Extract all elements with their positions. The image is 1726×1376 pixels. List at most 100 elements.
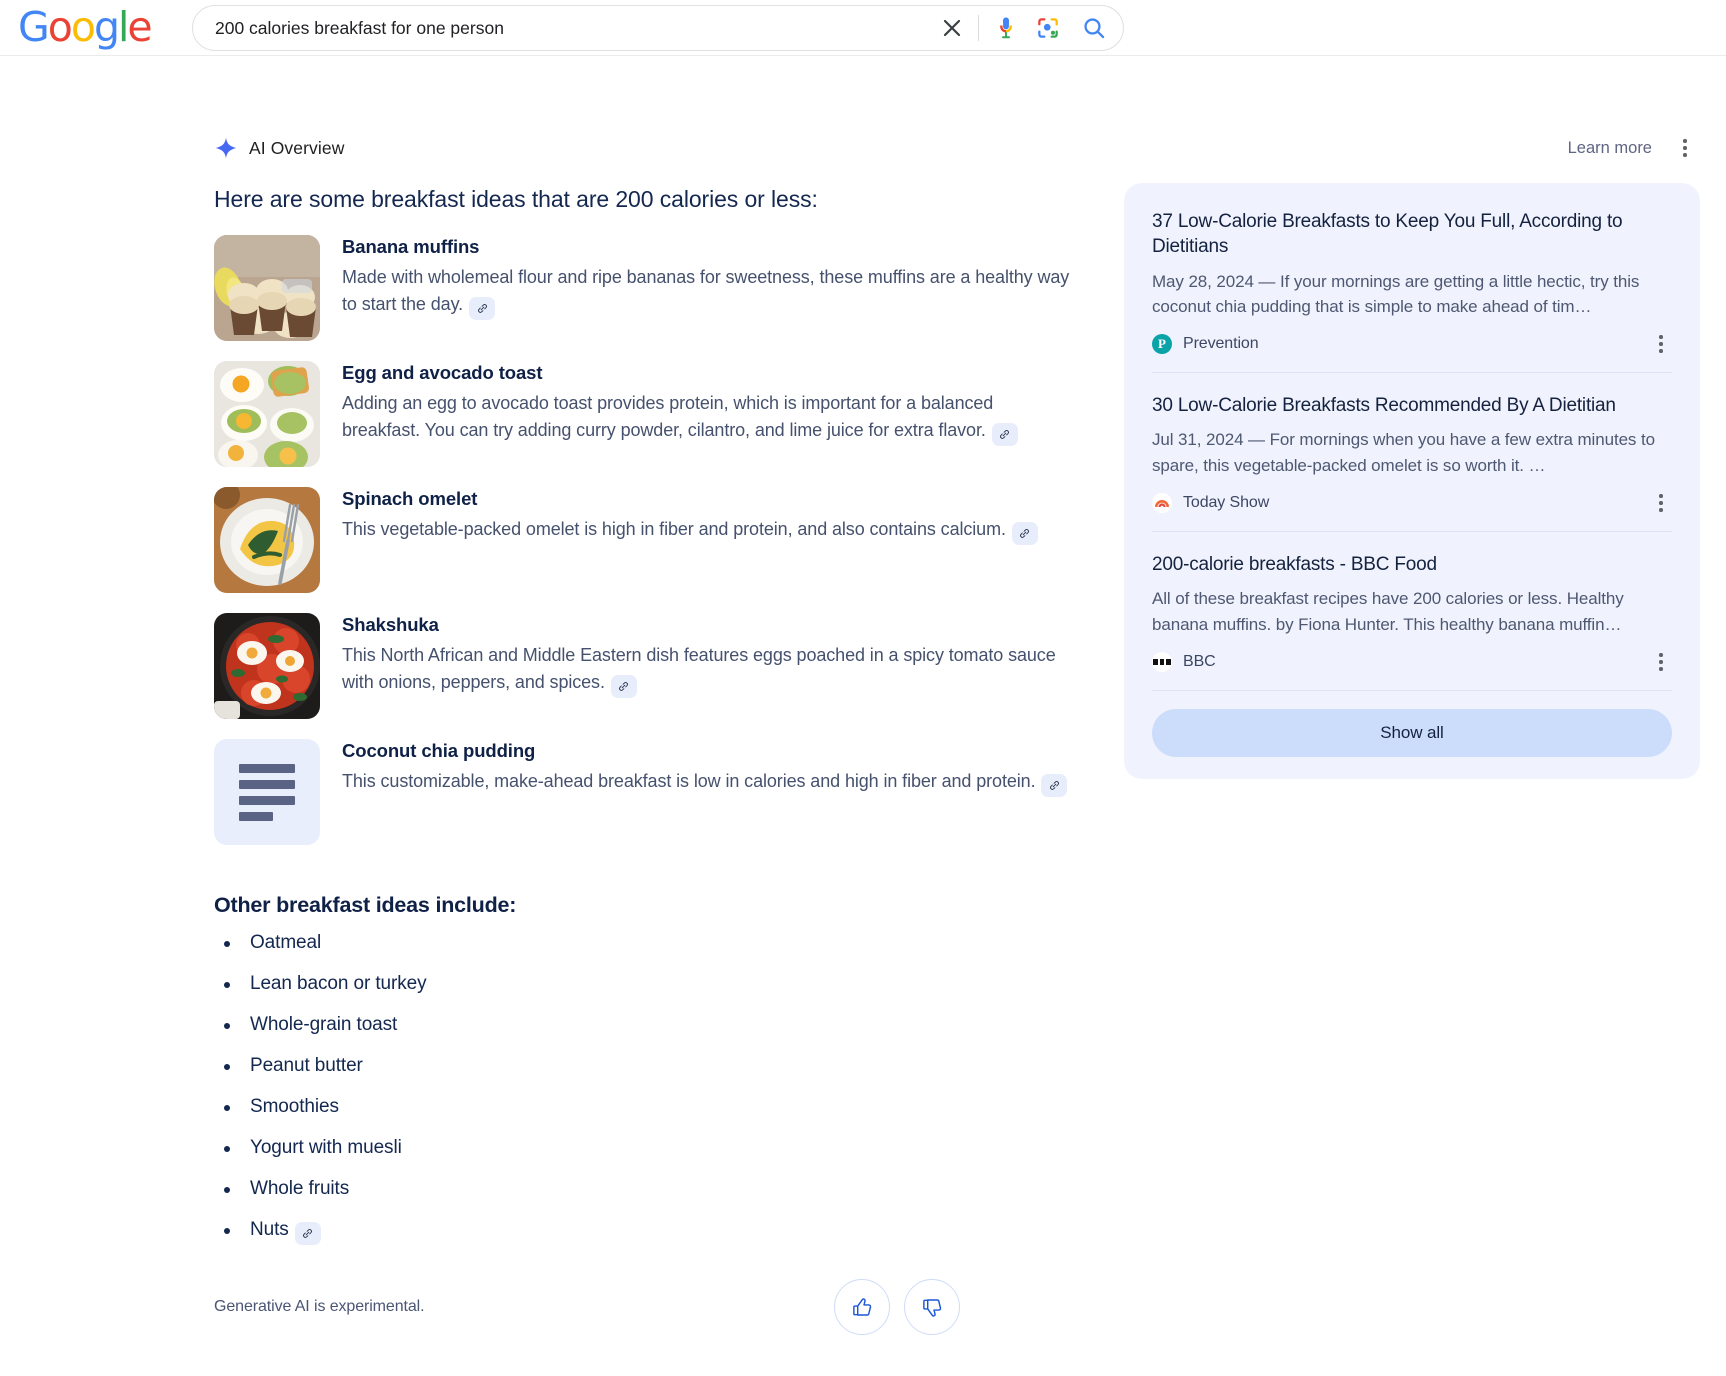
show-all-button[interactable]: Show all	[1152, 709, 1672, 758]
overview-item-desc: Adding an egg to avocado toast provides …	[342, 390, 1074, 447]
source-more-options-icon[interactable]	[1650, 650, 1672, 674]
citation-link-icon[interactable]	[294, 1222, 321, 1245]
spinach-omelet-photo[interactable]	[214, 487, 320, 593]
overview-item-desc: This customizable, make-ahead breakfast …	[342, 768, 1074, 797]
ai-overview-header: AI Overview	[214, 136, 344, 160]
clear-icon[interactable]	[938, 14, 966, 42]
overview-item-desc-text: This North African and Middle Eastern di…	[342, 645, 1056, 693]
overview-item-desc-text: This vegetable-packed omelet is high in …	[342, 519, 1006, 539]
citation-link-icon[interactable]	[469, 297, 496, 321]
google-lens-icon[interactable]	[1035, 15, 1061, 41]
source-title[interactable]: 200-calorie breakfasts - BBC Food	[1152, 552, 1672, 577]
list-item: Whole fruits	[214, 1178, 1074, 1200]
citation-link-icon[interactable]	[610, 675, 637, 699]
source-name: BBC	[1183, 653, 1216, 671]
overview-item-body: Banana muffins Made with wholemeal flour…	[342, 235, 1074, 341]
overview-item-title: Banana muffins	[342, 236, 480, 257]
sources-panel: 37 Low-Calorie Breakfasts to Keep You Fu…	[1124, 183, 1700, 780]
feedback-buttons	[834, 1279, 961, 1335]
ai-overview-footer: Generative AI is experimental.	[214, 1279, 1074, 1335]
search-icon[interactable]	[1081, 15, 1107, 41]
list-item-label: Oatmeal	[250, 932, 322, 953]
source-origin: Today Show	[1152, 493, 1270, 514]
browser-search-bar: Google	[0, 0, 1726, 56]
overview-lead-text: Here are some breakfast ideas that are 2…	[214, 186, 818, 212]
source-footer: P Prevention	[1152, 332, 1672, 356]
microphone-icon[interactable]	[993, 14, 1019, 42]
ai-overview-label: AI Overview	[249, 137, 345, 158]
overview-item-body: Spinach omelet This vegetable-packed ome…	[342, 487, 1074, 593]
search-input[interactable]	[215, 17, 938, 39]
list-item-label: Nuts	[250, 1219, 289, 1240]
overview-item-desc: This vegetable-packed omelet is high in …	[342, 516, 1074, 545]
source-card: 37 Low-Calorie Breakfasts to Keep You Fu…	[1152, 209, 1672, 372]
source-name: Today Show	[1183, 494, 1270, 512]
logo-letter-g: G	[18, 3, 50, 51]
source-card: 30 Low-Calorie Breakfasts Recommended By…	[1152, 372, 1672, 531]
citation-link-icon[interactable]	[1011, 522, 1038, 545]
logo-letter-o2: o	[70, 3, 96, 51]
overview-item: Shakshuka This North African and Middle …	[214, 613, 1074, 719]
overview-item-desc: Made with wholemeal flour and ripe banan…	[342, 264, 1074, 321]
source-snippet: May 28, 2024 — If your mornings are gett…	[1152, 271, 1640, 317]
logo-letter-e: e	[127, 3, 152, 51]
ai-overview-controls: Learn more	[1568, 136, 1696, 160]
overview-item-title: Egg and avocado toast	[342, 362, 543, 383]
thumbs-down-button[interactable]	[904, 1279, 961, 1335]
overview-item-title: Spinach omelet	[342, 488, 478, 509]
overview-item: Egg and avocado toast Adding an egg to a…	[214, 361, 1074, 467]
list-item: Smoothies	[214, 1096, 1074, 1118]
source-origin: BBC	[1152, 652, 1216, 673]
source-card: 200-calorie breakfasts - BBC Food All of…	[1152, 531, 1672, 690]
more-options-icon[interactable]	[1674, 136, 1696, 160]
list-item-label: Yogurt with muesli	[250, 1137, 402, 1158]
source-snippet: All of these breakfast recipes have 200 …	[1152, 589, 1624, 635]
source-title[interactable]: 30 Low-Calorie Breakfasts Recommended By…	[1152, 393, 1672, 418]
list-item-label: Whole fruits	[250, 1178, 350, 1199]
google-logo[interactable]: Google	[18, 3, 153, 51]
search-box[interactable]	[192, 5, 1124, 51]
egg-avocado-toast-photo[interactable]	[214, 361, 320, 467]
list-item-label: Smoothies	[250, 1096, 339, 1117]
list-item: Lean bacon or turkey	[214, 973, 1074, 995]
list-item-label: Lean bacon or turkey	[250, 973, 427, 994]
sparkle-icon	[214, 136, 238, 160]
list-item-label: Whole-grain toast	[250, 1014, 398, 1035]
overview-item: Banana muffins Made with wholemeal flour…	[214, 235, 1074, 341]
source-title[interactable]: 37 Low-Calorie Breakfasts to Keep You Fu…	[1152, 209, 1672, 260]
source-footer: BBC	[1152, 650, 1672, 674]
show-all-container: Show all	[1152, 690, 1672, 758]
thumbs-up-button[interactable]	[834, 1279, 891, 1335]
banana-muffins-photo[interactable]	[214, 235, 320, 341]
overview-item-desc-text: Made with wholemeal flour and ripe banan…	[342, 267, 1070, 315]
overview-item-title: Shakshuka	[342, 614, 439, 635]
generative-ai-disclaimer: Generative AI is experimental.	[214, 1298, 425, 1315]
overview-item-body: Egg and avocado toast Adding an egg to a…	[342, 361, 1074, 467]
overview-item-desc: This North African and Middle Eastern di…	[342, 642, 1074, 699]
citation-link-icon[interactable]	[991, 423, 1018, 447]
source-name: Prevention	[1183, 335, 1259, 353]
source-snippet: Jul 31, 2024 — For mornings when you hav…	[1152, 430, 1655, 476]
logo-letter-o1: o	[47, 3, 73, 51]
other-ideas-heading: Other breakfast ideas include:	[214, 893, 517, 917]
shakshuka-photo[interactable]	[214, 613, 320, 719]
overview-item-desc-text: Adding an egg to avocado toast provides …	[342, 393, 994, 441]
logo-letter-g2: g	[93, 3, 120, 51]
list-item: Peanut butter	[214, 1055, 1074, 1077]
today-show-favicon	[1152, 493, 1172, 514]
list-item: Nuts	[214, 1219, 1074, 1245]
list-item-label: Peanut butter	[250, 1055, 363, 1076]
source-footer: Today Show	[1152, 491, 1672, 515]
list-item: Whole-grain toast	[214, 1014, 1074, 1036]
overview-item: Coconut chia pudding This customizable, …	[214, 739, 1074, 845]
list-item: Yogurt with muesli	[214, 1137, 1074, 1159]
overview-item: Spinach omelet This vegetable-packed ome…	[214, 487, 1074, 593]
source-more-options-icon[interactable]	[1650, 491, 1672, 515]
citation-link-icon[interactable]	[1041, 774, 1068, 797]
overview-item-body: Coconut chia pudding This customizable, …	[342, 739, 1074, 845]
text-placeholder-icon[interactable]	[214, 739, 320, 845]
other-ideas-list: Oatmeal Lean bacon or turkey Whole-grain…	[214, 932, 1074, 1245]
overview-item-body: Shakshuka This North African and Middle …	[342, 613, 1074, 719]
learn-more-link[interactable]: Learn more	[1568, 139, 1652, 158]
source-more-options-icon[interactable]	[1650, 332, 1672, 356]
